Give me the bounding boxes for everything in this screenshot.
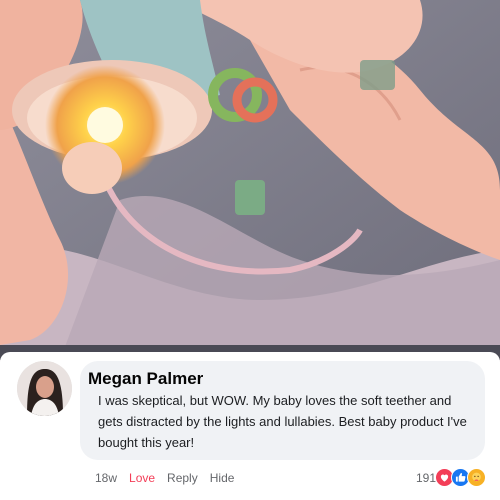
care-icon xyxy=(467,468,486,487)
comment-author[interactable]: Megan Palmer xyxy=(88,369,203,389)
comment-timestamp[interactable]: 18w xyxy=(95,471,117,485)
comment-actions: 18w Love Reply Hide xyxy=(95,471,234,485)
reaction-count: 191 xyxy=(415,470,436,485)
hide-button[interactable]: Hide xyxy=(210,471,235,485)
product-photo xyxy=(0,0,500,360)
comment-text: I was skeptical, but WOW. My baby loves … xyxy=(98,393,467,450)
reaction-summary[interactable]: 191 xyxy=(416,468,486,487)
avatar[interactable] xyxy=(17,361,72,416)
love-reaction-button[interactable]: Love xyxy=(129,471,155,485)
reply-button[interactable]: Reply xyxy=(167,471,198,485)
